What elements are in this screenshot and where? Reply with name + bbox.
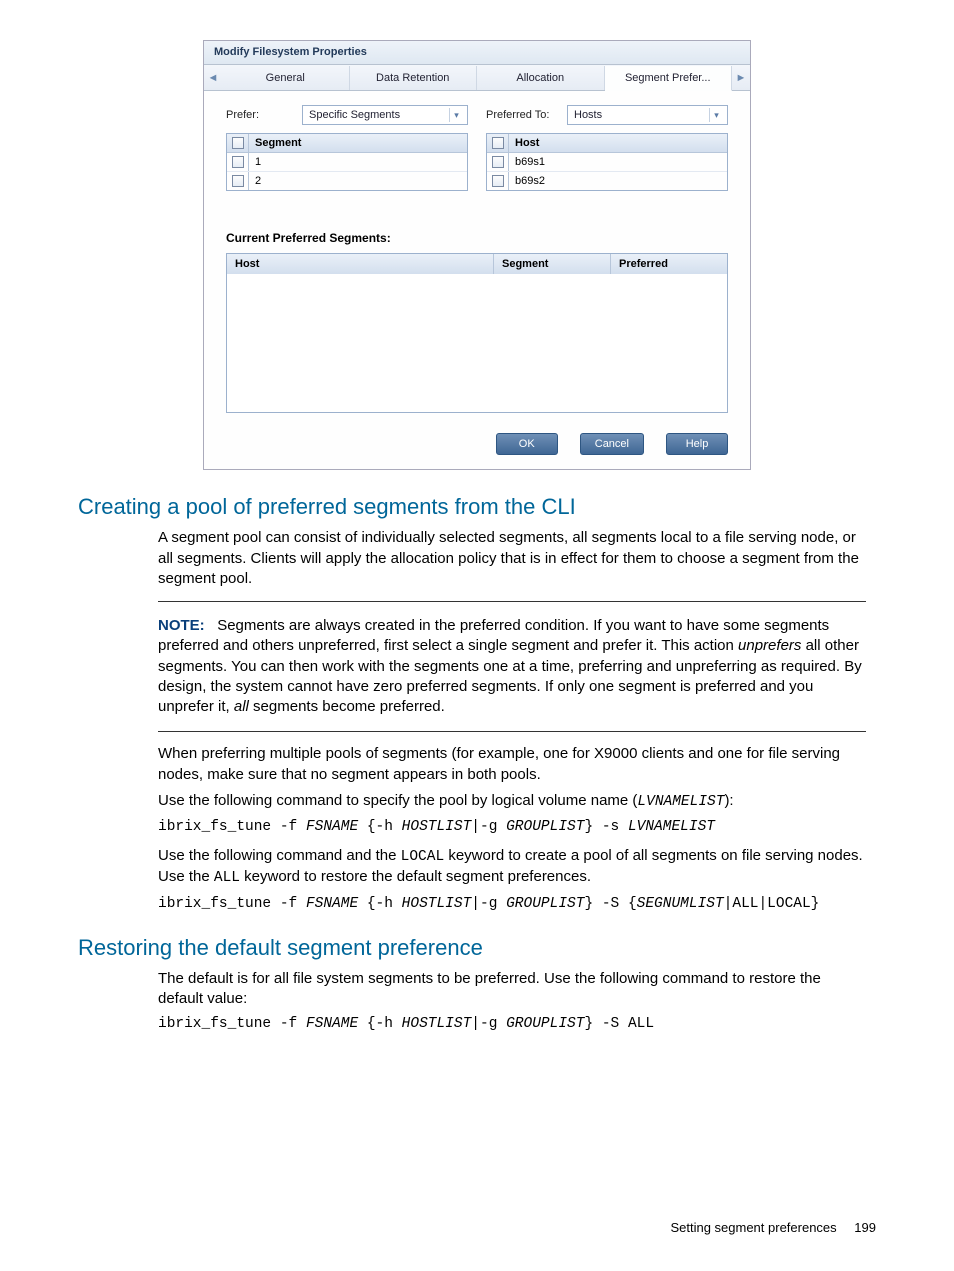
text: Use the following command and the — [158, 847, 401, 864]
dialog-tabbar: ◄ General Data Retention Allocation Segm… — [204, 65, 750, 91]
prefer-select[interactable]: Specific Segments ▾ — [302, 105, 468, 125]
segment-row-value: 2 — [249, 172, 467, 190]
command-line: ibrix_fs_tune -f FSNAME {-h HOSTLIST|-g … — [158, 818, 866, 838]
page-footer: Setting segment preferences 199 — [670, 1220, 876, 1235]
help-button[interactable]: Help — [666, 433, 728, 455]
pref-col-segment[interactable]: Segment — [494, 254, 611, 274]
preferred-segments-table: Host Segment Preferred — [226, 253, 728, 413]
pref-col-host[interactable]: Host — [227, 254, 494, 274]
note-text: segments become preferred. — [249, 698, 445, 715]
tab-data-retention[interactable]: Data Retention — [350, 66, 478, 90]
segment-select-all-checkbox[interactable] — [232, 137, 244, 149]
command-line: ibrix_fs_tune -f FSNAME {-h HOSTLIST|-g … — [158, 895, 866, 915]
segment-row-checkbox[interactable] — [232, 175, 244, 187]
current-preferred-heading: Current Preferred Segments: — [226, 231, 728, 245]
inline-code: LVNAMELIST — [637, 794, 724, 810]
para: Use the following command to specify the… — [158, 791, 866, 813]
chevron-down-icon: ▾ — [449, 108, 463, 122]
modify-filesystem-dialog: Modify Filesystem Properties ◄ General D… — [203, 40, 751, 470]
tab-scroll-left-icon[interactable]: ◄ — [204, 65, 222, 90]
tab-scroll-right-icon[interactable]: ► — [732, 65, 750, 90]
note-emph: all — [234, 698, 249, 715]
preferred-to-select[interactable]: Hosts ▾ — [567, 105, 728, 125]
preferred-to-label: Preferred To: — [486, 109, 561, 121]
cancel-button[interactable]: Cancel — [580, 433, 644, 455]
tab-general[interactable]: General — [222, 66, 350, 90]
tab-allocation[interactable]: Allocation — [477, 66, 605, 90]
table-row[interactable]: b69s1 — [487, 153, 727, 172]
command-line: ibrix_fs_tune -f FSNAME {-h HOSTLIST|-g … — [158, 1015, 866, 1035]
text: keyword to restore the default segment p… — [240, 868, 591, 885]
page-number: 199 — [854, 1220, 876, 1235]
segment-row-value: 1 — [249, 153, 467, 171]
host-row-value: b69s1 — [509, 153, 727, 171]
table-row[interactable]: 2 — [227, 172, 467, 190]
prefer-label: Prefer: — [226, 109, 296, 121]
note-label: NOTE: — [158, 617, 205, 634]
preferred-to-select-value: Hosts — [574, 109, 602, 121]
host-table: Host b69s1 b69s2 — [486, 133, 728, 191]
prefer-select-value: Specific Segments — [309, 109, 400, 121]
ok-button[interactable]: OK — [496, 433, 558, 455]
section-heading-create-pool: Creating a pool of preferred segments fr… — [78, 494, 876, 520]
note-text: Segments are always created in the prefe… — [158, 617, 829, 654]
dialog-title: Modify Filesystem Properties — [204, 41, 750, 65]
pref-col-preferred[interactable]: Preferred — [611, 254, 727, 274]
segment-table-header: Segment — [249, 134, 467, 152]
footer-text: Setting segment preferences — [670, 1220, 836, 1235]
host-row-checkbox[interactable] — [492, 175, 504, 187]
segment-row-checkbox[interactable] — [232, 156, 244, 168]
para: Use the following command and the LOCAL … — [158, 846, 866, 889]
tab-segment-preference[interactable]: Segment Prefer... — [605, 66, 733, 91]
inline-code: ALL — [214, 870, 240, 886]
note-emph: unprefers — [738, 637, 801, 654]
host-row-value: b69s2 — [509, 172, 727, 190]
para: A segment pool can consist of individual… — [158, 528, 866, 589]
chevron-down-icon: ▾ — [709, 108, 723, 122]
text: Use the following command to specify the… — [158, 792, 637, 809]
section-heading-restore-default: Restoring the default segment preference — [78, 935, 876, 961]
text: ): — [724, 792, 733, 809]
table-row[interactable]: b69s2 — [487, 172, 727, 190]
host-select-all-checkbox[interactable] — [492, 137, 504, 149]
note-box: NOTE: Segments are always created in the… — [158, 601, 866, 732]
para: When preferring multiple pools of segmen… — [158, 744, 866, 785]
inline-code: LOCAL — [401, 849, 445, 865]
para: The default is for all file system segme… — [158, 969, 866, 1010]
host-table-header: Host — [509, 134, 727, 152]
segment-table: Segment 1 2 — [226, 133, 468, 191]
host-row-checkbox[interactable] — [492, 156, 504, 168]
table-row[interactable]: 1 — [227, 153, 467, 172]
